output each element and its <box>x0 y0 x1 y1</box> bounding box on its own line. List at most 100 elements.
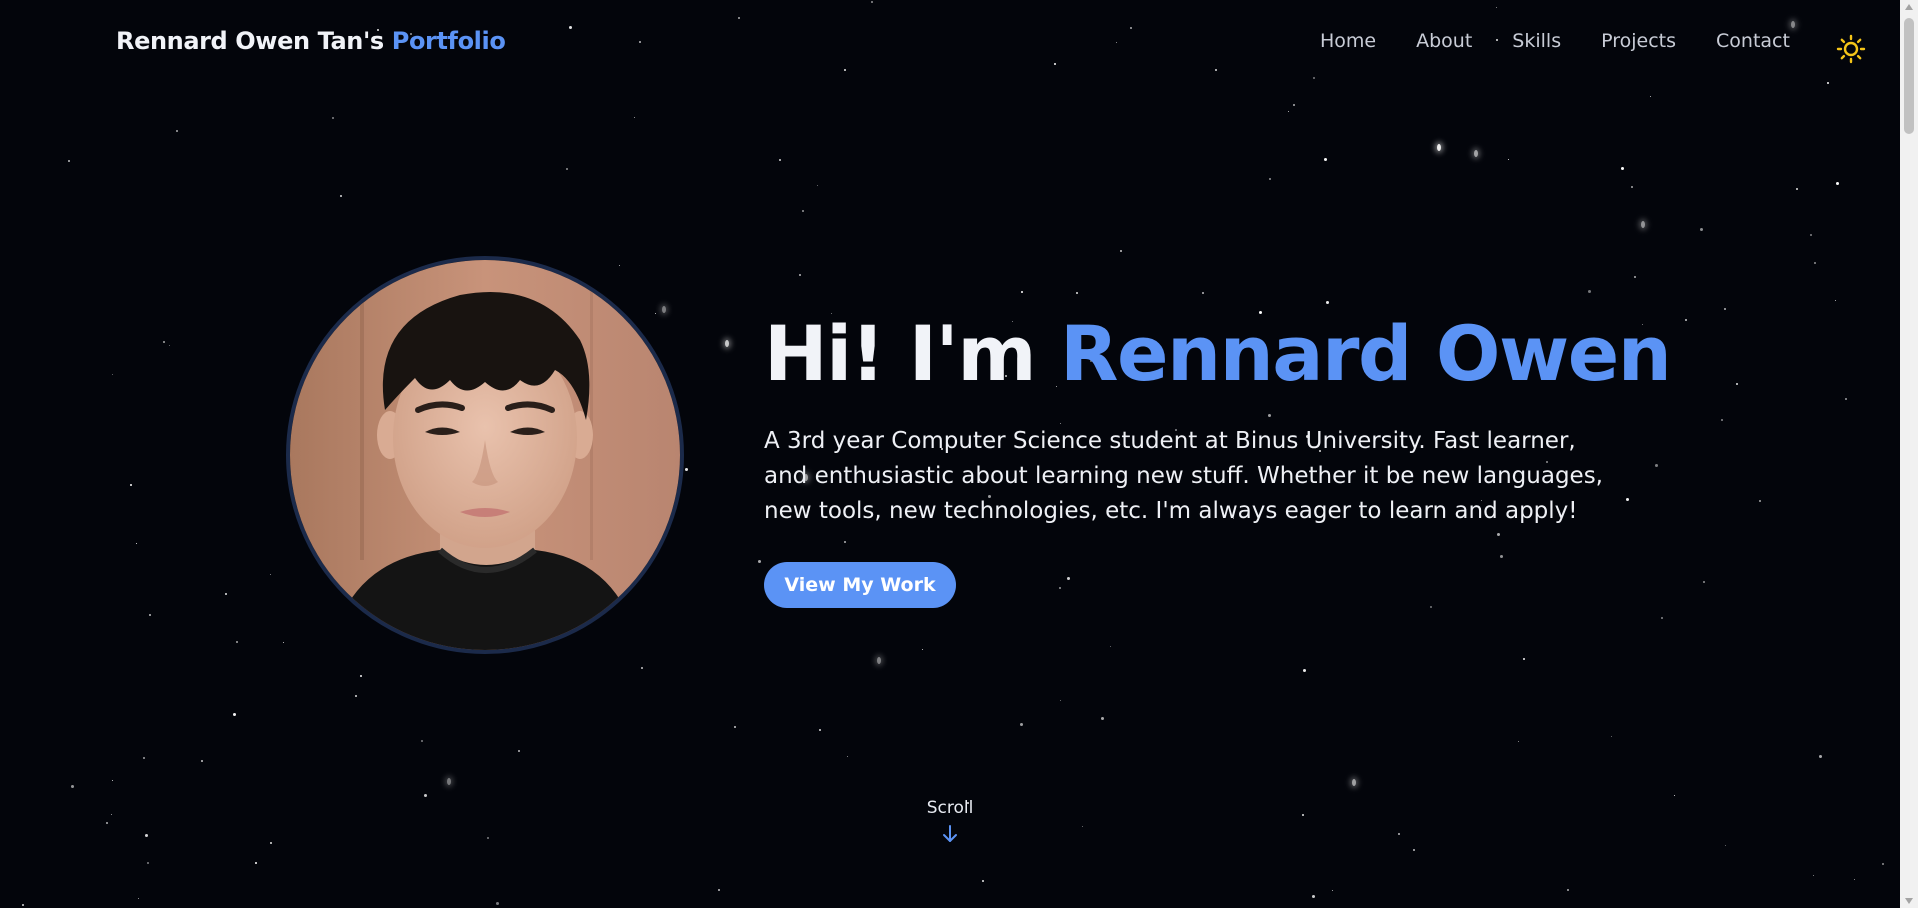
star <box>1303 669 1306 672</box>
star <box>655 313 656 314</box>
star <box>1398 833 1400 835</box>
star <box>130 484 132 486</box>
star <box>619 265 620 266</box>
star <box>1655 464 1658 467</box>
star <box>1269 178 1271 180</box>
star <box>1288 111 1289 112</box>
star <box>817 185 818 186</box>
star <box>1634 276 1636 278</box>
brand-name: Rennard Owen Tan's <box>116 27 384 55</box>
star <box>877 657 881 664</box>
star <box>1508 159 1509 160</box>
star <box>1293 104 1295 106</box>
star <box>634 117 635 118</box>
star <box>758 560 761 563</box>
star <box>1202 292 1204 294</box>
star <box>1110 646 1111 647</box>
nav-link-skills[interactable]: Skills <box>1512 30 1561 52</box>
star <box>1661 617 1663 619</box>
star <box>844 541 846 543</box>
star <box>1076 292 1078 294</box>
star <box>1332 890 1333 891</box>
star <box>1814 262 1816 264</box>
star <box>1882 863 1884 865</box>
navbar: Rennard Owen Tan's Portfolio Home About … <box>0 0 1900 88</box>
star <box>1703 581 1705 583</box>
star <box>1067 577 1070 580</box>
star <box>1523 658 1525 660</box>
star <box>163 341 165 343</box>
star <box>566 168 568 170</box>
nav-links: Home About Skills Projects Contact <box>1320 30 1830 52</box>
star <box>236 641 238 643</box>
scroll-label: Scroll <box>926 798 974 818</box>
nav-link-projects[interactable]: Projects <box>1601 30 1676 52</box>
view-my-work-button[interactable]: View My Work <box>764 562 956 608</box>
star <box>1626 498 1629 501</box>
brand-accent: Portfolio <box>391 27 506 55</box>
star <box>779 159 781 161</box>
star <box>138 898 139 899</box>
star <box>143 757 145 759</box>
star <box>982 880 984 882</box>
star <box>1567 889 1569 891</box>
star <box>1324 158 1327 161</box>
scroll-down-arrow-icon[interactable] <box>1905 898 1913 904</box>
star <box>1724 308 1726 310</box>
star <box>176 130 178 132</box>
brand-logo[interactable]: Rennard Owen Tan's Portfolio <box>116 27 506 55</box>
star <box>112 374 113 375</box>
star <box>149 614 151 616</box>
star <box>1060 700 1061 701</box>
star <box>22 904 24 906</box>
star <box>1101 717 1104 720</box>
nav-link-about[interactable]: About <box>1416 30 1472 52</box>
star <box>802 210 804 212</box>
scrollbar-thumb[interactable] <box>1904 18 1914 134</box>
hero-section: Hi! I'm Rennard Owen A 3rd year Computer… <box>764 304 1672 529</box>
star <box>1650 96 1651 97</box>
star <box>1736 383 1738 385</box>
star <box>641 667 643 669</box>
star <box>1312 895 1315 898</box>
star <box>1845 398 1847 400</box>
star <box>1352 779 1356 786</box>
star <box>1621 167 1624 170</box>
star <box>355 695 357 697</box>
hero-title-name: Rennard Owen <box>1059 309 1672 398</box>
scroll-up-arrow-icon[interactable] <box>1905 4 1913 10</box>
star <box>225 593 227 595</box>
star <box>799 274 801 276</box>
star <box>1413 849 1415 851</box>
star <box>111 814 112 815</box>
hero-title-prefix: Hi! I'm <box>764 309 1060 398</box>
scroll-indicator[interactable]: Scroll <box>910 798 990 844</box>
star <box>1611 736 1612 737</box>
star <box>1819 755 1822 758</box>
star <box>270 842 272 844</box>
nav-link-home[interactable]: Home <box>1320 30 1376 52</box>
star <box>1631 186 1633 188</box>
star <box>283 642 284 643</box>
star <box>1497 533 1500 536</box>
hero-description: A 3rd year Computer Science student at B… <box>764 428 1603 524</box>
vertical-scrollbar[interactable] <box>1900 0 1918 908</box>
star <box>662 306 666 313</box>
star <box>255 862 257 864</box>
star <box>270 574 271 575</box>
star <box>847 756 848 757</box>
star <box>106 822 108 824</box>
star <box>147 862 149 864</box>
star <box>734 726 736 728</box>
star <box>819 729 821 731</box>
star <box>340 195 342 197</box>
star <box>1588 290 1591 293</box>
star <box>233 713 236 716</box>
star <box>360 675 362 677</box>
star <box>1059 587 1061 589</box>
theme-toggle-button[interactable] <box>1836 34 1866 64</box>
star <box>496 902 499 905</box>
nav-link-contact[interactable]: Contact <box>1716 30 1790 52</box>
star <box>1082 826 1083 827</box>
sun-icon <box>1836 34 1866 64</box>
